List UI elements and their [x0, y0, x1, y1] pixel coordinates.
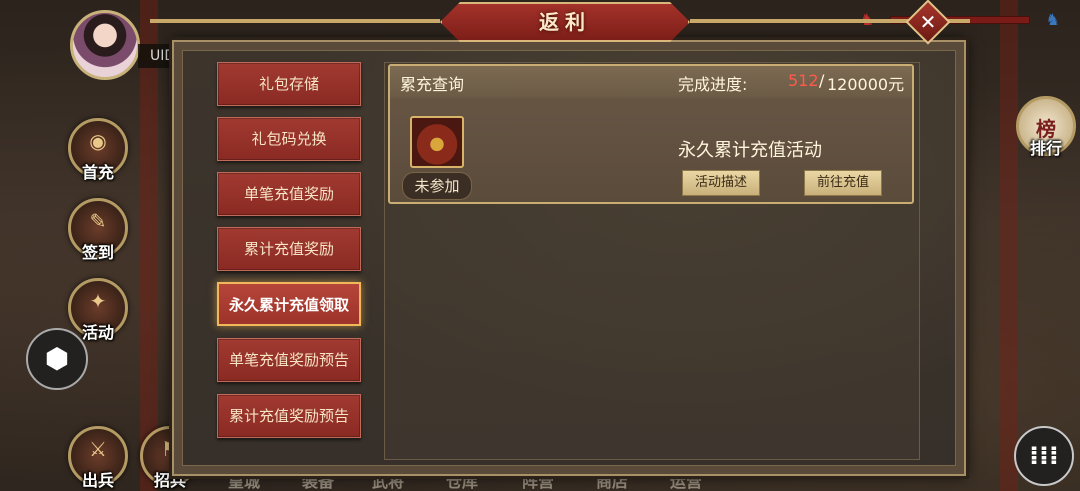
activity-description-button[interactable]: 活动描述 — [682, 170, 760, 196]
progress-current: 512 — [788, 71, 819, 90]
participation-status: 未参加 — [402, 172, 472, 200]
menu-item-permanent-cumulative[interactable]: 永久累计充值领取 — [217, 282, 361, 326]
activity-button[interactable]: ✦ 活动 — [68, 278, 128, 342]
blue-faction-icon: ♞ — [1045, 10, 1060, 29]
scroll-icon: ✎ — [89, 209, 107, 233]
title-ornament-left — [150, 19, 440, 23]
more-menu-icon[interactable]: ⁞⁞⁞ — [1014, 426, 1074, 486]
menu-item-gift-storage[interactable]: 礼包存储 — [217, 62, 361, 106]
background-pillar — [1000, 0, 1018, 491]
money-bag-icon: ◉ — [89, 129, 107, 153]
ranking-button[interactable]: 榜 排行 — [1016, 96, 1076, 158]
background-pillar — [140, 0, 158, 491]
expedition-button[interactable]: ⚔ 出兵 — [68, 426, 128, 490]
dialog-title: 返利 — [440, 2, 690, 42]
cube-icon[interactable]: ⬢ — [26, 328, 88, 390]
menu-item-cumulative-recharge-reward[interactable]: 累计充值奖励 — [217, 227, 361, 271]
menu-item-single-recharge-reward[interactable]: 单笔充值奖励 — [217, 172, 361, 216]
menu-item-gift-code[interactable]: 礼包码兑换 — [217, 117, 361, 161]
go-recharge-button[interactable]: 前往充值 — [804, 170, 882, 196]
progress-goal: 120000元 — [827, 75, 905, 94]
activity-name: 永久累计充值活动 — [678, 140, 822, 161]
menu-item-single-recharge-preview[interactable]: 单笔充值奖励预告 — [217, 338, 361, 382]
first-charge-button[interactable]: ◉ 首充 — [68, 118, 128, 182]
card-title: 累充查询 — [400, 75, 465, 94]
cumulative-recharge-card: 累充查询 完成进度: 512 / 120000元 未参加 永久累计充值活动 活动… — [388, 64, 914, 204]
crossed-swords-icon: ⚔ — [89, 437, 107, 461]
player-avatar[interactable] — [70, 10, 140, 80]
dialog-title-bar: 返利 — [150, 2, 970, 42]
card-header: 累充查询 完成进度: 512 / 120000元 — [390, 66, 912, 98]
menu-item-cumulative-recharge-preview[interactable]: 累计充值奖励预告 — [217, 394, 361, 438]
treasure-chest-icon[interactable] — [410, 116, 464, 168]
sign-in-button[interactable]: ✎ 签到 — [68, 198, 128, 262]
treasure-icon: ✦ — [89, 289, 107, 313]
progress-separator: / — [819, 71, 825, 90]
progress-label: 完成进度: — [678, 75, 748, 94]
close-icon: ✕ — [919, 10, 937, 34]
